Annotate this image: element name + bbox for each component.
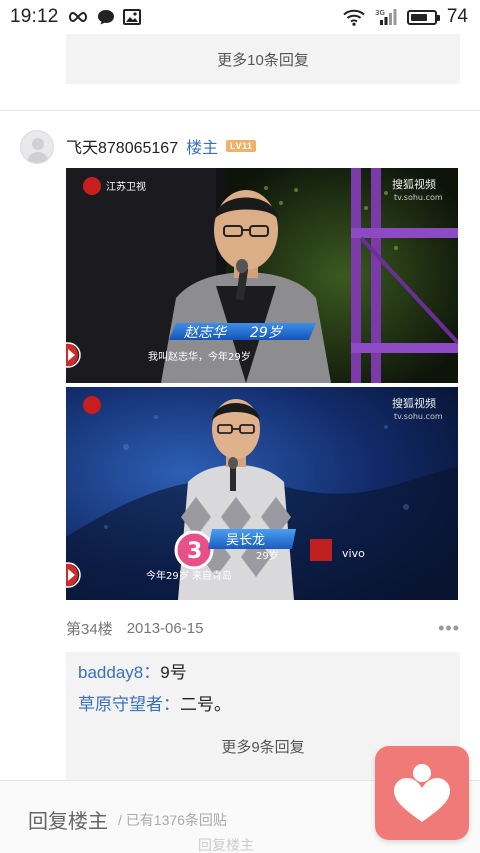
caption-name-2: 吴长龙 — [226, 533, 265, 548]
wifi-icon — [343, 9, 365, 26]
reply-item[interactable]: badday8：9号 — [78, 662, 448, 684]
chat-bubble-icon — [97, 10, 114, 25]
reply-username[interactable]: 草原守望者： — [78, 695, 180, 714]
post-meta: 第34楼 2013-06-15 ••• — [66, 618, 460, 639]
reply-username[interactable]: badday8： — [78, 663, 160, 682]
subtitle-2: 今年29岁 来自青岛 — [146, 569, 232, 582]
subtitle: 我叫赵志华，今年29岁 — [148, 350, 251, 363]
signal-icon: 3G — [375, 9, 397, 25]
channel-logo: 江苏卫视 — [106, 180, 146, 193]
status-time: 19:12 — [10, 6, 59, 27]
reply-item[interactable]: 草原守望者：二号。 — [78, 694, 448, 716]
watermark: 搜狐视频 — [392, 177, 436, 191]
reply-text: 二号。 — [180, 695, 231, 714]
watermark-2: 搜狐视频 — [392, 396, 436, 410]
svg-text:3G: 3G — [375, 9, 385, 17]
op-label: 楼主 — [186, 140, 219, 157]
more-replies-button[interactable]: 更多10条回复 — [66, 34, 460, 84]
reply-op-button[interactable]: 回复楼主 — [28, 805, 108, 834]
reply-count: / 已有1376条回贴 — [118, 812, 227, 828]
favorite-button[interactable] — [375, 746, 469, 840]
post-header: 飞天878065167 楼主 LV11 — [66, 134, 257, 158]
caption-age: 29岁 — [250, 325, 284, 341]
watermark-url: tv.sohu.com — [394, 193, 443, 202]
username[interactable]: 飞天878065167 — [66, 134, 178, 158]
level-badge: LV11 — [226, 140, 257, 152]
infinity-icon — [68, 11, 87, 23]
ghost-text: 回复楼主 — [198, 837, 254, 853]
caption-name: 赵志华 — [184, 325, 228, 341]
post-image-2[interactable]: 搜狐视频 tv.sohu.com 3 吴长龙 29岁 今年29岁 来自青岛 vi… — [66, 387, 458, 600]
image-icon — [122, 9, 141, 25]
reply-text: 9号 — [160, 663, 187, 682]
floor-number: 第34楼 — [66, 621, 113, 638]
divider — [0, 110, 480, 111]
battery-fill — [410, 13, 428, 21]
battery-percent: 74 — [446, 6, 468, 27]
post-date: 2013-06-15 — [126, 620, 204, 637]
post-image-1[interactable]: 江苏卫视 搜狐视频 tv.sohu.com 赵志华 29岁 我叫赵志华，今年29… — [66, 168, 458, 383]
status-bar: 19:12 3G 74 — [0, 0, 480, 34]
battery-icon — [406, 9, 440, 25]
watermark-url-2: tv.sohu.com — [394, 412, 443, 421]
avatar[interactable] — [20, 130, 54, 164]
heart-person-icon — [394, 764, 450, 822]
more-options-icon[interactable]: ••• — [438, 618, 460, 639]
caption-age-2: 29岁 — [256, 549, 279, 562]
sponsor-logo: vivo — [342, 547, 365, 560]
contestant-number: 3 — [187, 539, 202, 564]
